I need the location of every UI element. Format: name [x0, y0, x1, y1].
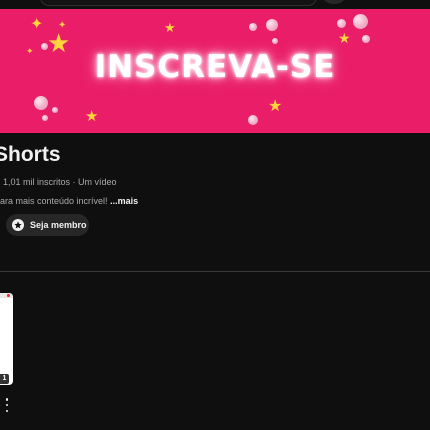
bubble-decoration [362, 35, 370, 43]
banner-title: INSCREVA-SE [94, 49, 336, 85]
bubble-decoration [353, 14, 368, 29]
more-link[interactable]: ...mais [110, 196, 138, 206]
star-icon: ✦ [30, 16, 44, 33]
more-options-icon[interactable] [4, 398, 10, 412]
channel-description[interactable]: ara mais conteúdo incrível! ...mais [0, 196, 138, 206]
star-icon: ★ [268, 98, 283, 115]
star-icon: ★ [338, 30, 351, 46]
channel-meta: 1,01 mil inscritos · Um vídeo [3, 177, 117, 187]
bubble-decoration [249, 23, 257, 31]
bubble-decoration [52, 107, 58, 113]
video-badge: 1 [0, 374, 9, 384]
star-icon: ★ [164, 20, 176, 35]
voice-search-button[interactable] [323, 0, 345, 4]
bubble-decoration [266, 19, 278, 31]
bubble-decoration [337, 19, 346, 28]
join-button[interactable]: Seja membro [6, 214, 89, 236]
bubble-decoration [42, 115, 48, 121]
bubble-decoration [34, 96, 48, 110]
description-text: ara mais conteúdo incrível! [0, 196, 108, 206]
star-icon: ★ [85, 108, 99, 125]
thumbnail-mark [7, 294, 10, 297]
section-divider [0, 271, 430, 272]
channel-banner: ✦ ✦ ✦ ★ ★ ★ ★ ★ INSCREVA-SE [0, 9, 430, 133]
video-thumbnail[interactable] [0, 293, 13, 385]
bubble-decoration [248, 115, 258, 125]
top-bar [0, 0, 430, 9]
channel-title: Shorts [0, 143, 61, 166]
star-circle-icon [12, 219, 24, 231]
join-button-label: Seja membro [30, 220, 87, 230]
bubble-decoration [272, 38, 278, 44]
search-box[interactable] [40, 0, 317, 6]
